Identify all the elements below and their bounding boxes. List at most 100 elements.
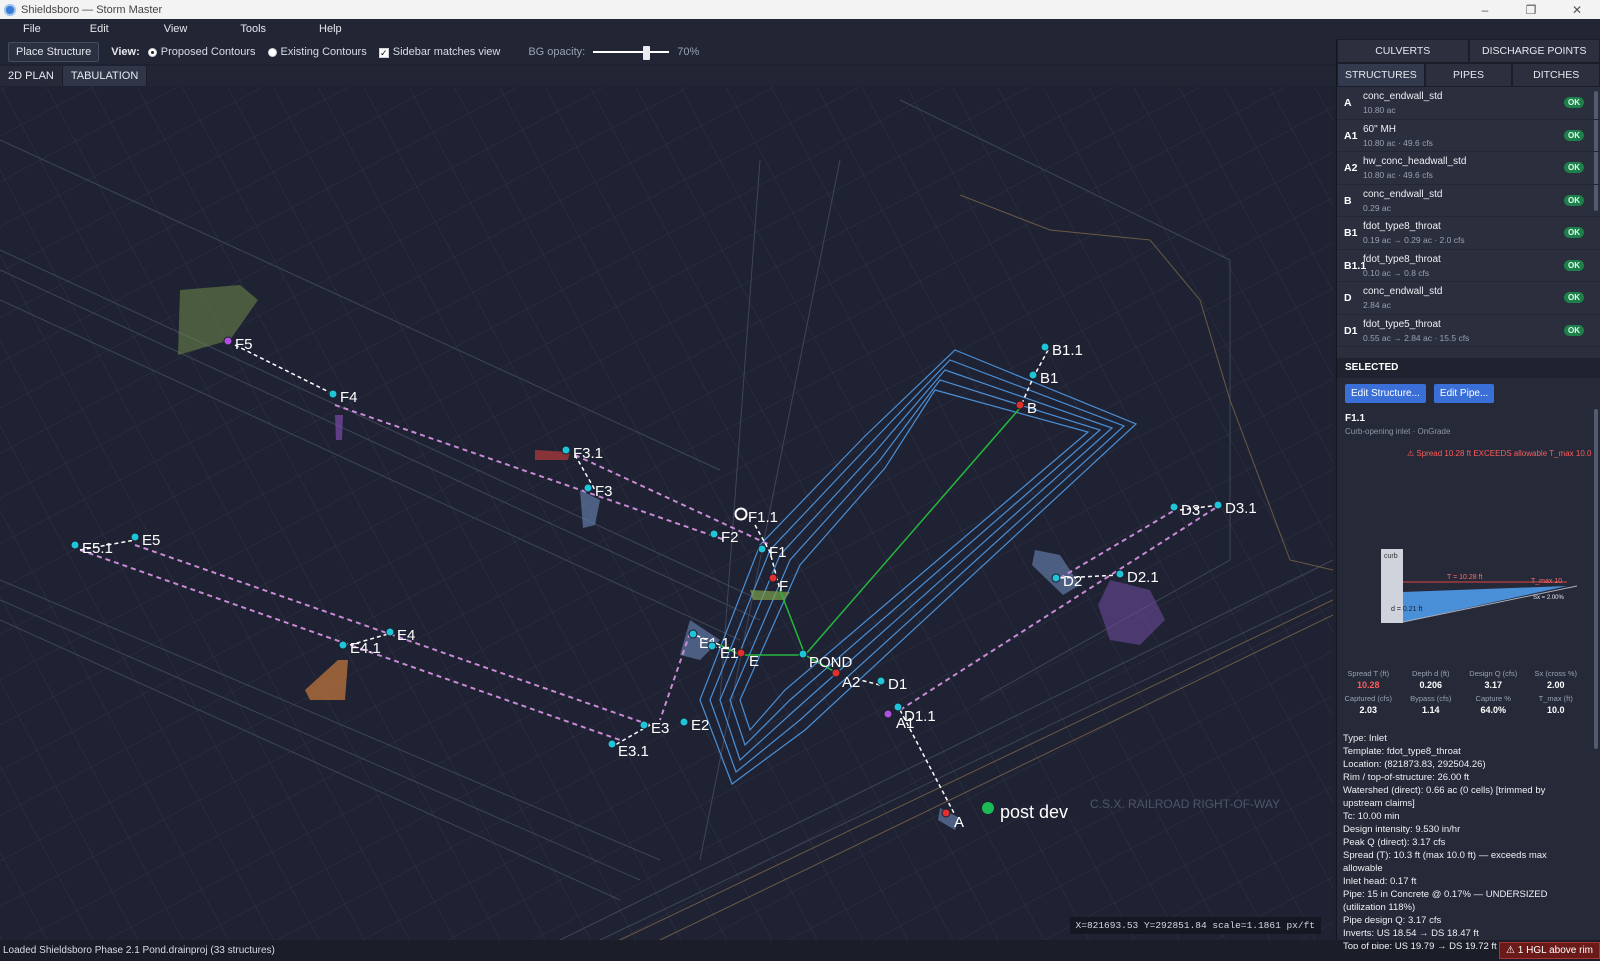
structure-node-marker[interactable]: [338, 640, 348, 650]
proposed-contours-radio[interactable]: [147, 48, 157, 57]
structure-node-marker[interactable]: [1051, 573, 1061, 583]
post-dev-marker-icon[interactable]: [982, 802, 994, 814]
structure-node-marker[interactable]: [1028, 370, 1038, 380]
structure-node-label[interactable]: POND: [809, 654, 853, 671]
edit-pipe-button[interactable]: Edit Pipe...: [1433, 384, 1495, 403]
structure-node-label[interactable]: E1: [720, 645, 738, 662]
structure-node-label[interactable]: F: [779, 578, 788, 595]
structure-node-label[interactable]: B: [1027, 400, 1037, 417]
structure-node-label[interactable]: E3: [651, 720, 669, 737]
structure-node-marker[interactable]: [1115, 569, 1125, 579]
structure-node-marker[interactable]: [941, 808, 951, 818]
sidebar: CULVERTS DISCHARGE POINTS STRUCTURES PIP…: [1336, 39, 1600, 949]
structure-node-marker[interactable]: [70, 540, 80, 550]
structure-node-label[interactable]: E4.1: [350, 640, 381, 657]
structure-node-marker[interactable]: [561, 445, 571, 455]
tab-tabulation[interactable]: TABULATION: [62, 66, 148, 86]
tab-culverts[interactable]: CULVERTS: [1337, 39, 1469, 63]
tab-2d-plan[interactable]: 2D PLAN: [0, 66, 63, 86]
place-structure-button[interactable]: Place Structure: [8, 41, 100, 62]
structure-node-marker[interactable]: [679, 717, 689, 727]
tab-structures[interactable]: STRUCTURES: [1337, 63, 1425, 87]
metric-header: Sx (cross %): [1534, 669, 1577, 678]
structure-node-label[interactable]: F3.1: [573, 445, 603, 462]
structure-node-marker[interactable]: [1040, 342, 1050, 352]
close-icon[interactable]: ✕: [1554, 0, 1600, 19]
slider-thumb[interactable]: [642, 45, 650, 60]
menu-view[interactable]: View: [164, 23, 188, 35]
structure-list-item[interactable]: B1 fdot_type8_throat 0.19 ac → 0.29 ac · 2…: [1337, 217, 1600, 250]
structure-node-marker[interactable]: [223, 336, 233, 346]
existing-contours-label[interactable]: Existing Contours: [281, 46, 367, 58]
structure-node-marker[interactable]: [1213, 500, 1223, 510]
structure-list-item[interactable]: A2 hw_conc_headwall_std 10.80 ac · 49.6 cf…: [1337, 152, 1600, 185]
structure-node-marker[interactable]: [709, 529, 719, 539]
structure-node-marker[interactable]: [130, 532, 140, 542]
structure-node-label[interactable]: B1: [1040, 370, 1058, 387]
structure-node-label[interactable]: F3: [595, 483, 613, 500]
menu-help[interactable]: Help: [319, 23, 342, 35]
structure-list-item[interactable]: A1 60" MH 10.80 ac · 49.6 cfs OK: [1337, 120, 1600, 152]
structure-node-label[interactable]: A1: [896, 715, 914, 732]
structure-list-item[interactable]: Dconc_endwall_std 2.84 ac OK: [1337, 282, 1600, 315]
structure-node-label[interactable]: D3: [1181, 502, 1200, 519]
minimize-icon[interactable]: –: [1462, 0, 1508, 19]
restore-icon[interactable]: ❐: [1508, 0, 1554, 19]
structure-node-label[interactable]: D3.1: [1225, 500, 1257, 517]
structure-node-label[interactable]: A: [954, 814, 964, 831]
proposed-contours-label[interactable]: Proposed Contours: [161, 46, 256, 58]
detail-scrollbar[interactable]: [1594, 409, 1598, 749]
sidebar-matches-view-label[interactable]: Sidebar matches view: [393, 46, 501, 58]
structure-node-label[interactable]: F1.1: [748, 509, 778, 526]
tab-discharge-points[interactable]: DISCHARGE POINTS: [1468, 39, 1600, 63]
structure-node-label[interactable]: D2.1: [1127, 569, 1159, 586]
structure-list-item[interactable]: Aconc_endwall_std 10.80 ac OK: [1337, 87, 1600, 120]
structure-node-marker[interactable]: [831, 668, 841, 678]
structure-node-marker[interactable]: [798, 649, 808, 659]
structure-node-marker[interactable]: [328, 389, 338, 399]
structure-node-label[interactable]: B1.1: [1052, 342, 1083, 359]
structure-node-marker[interactable]: [607, 739, 617, 749]
structure-node-marker[interactable]: [736, 648, 746, 658]
structure-node-label[interactable]: E4: [397, 627, 415, 644]
structure-node-marker[interactable]: [768, 573, 778, 583]
menu-edit[interactable]: Edit: [90, 23, 109, 35]
structure-list-item[interactable]: Bconc_endwall_std 0.29 ac OK: [1337, 185, 1600, 217]
structure-node-marker[interactable]: [883, 709, 893, 719]
structure-node-marker[interactable]: [1169, 502, 1179, 512]
structure-node-marker[interactable]: [639, 720, 649, 730]
structure-node-marker[interactable]: [876, 676, 886, 686]
existing-contours-radio[interactable]: [267, 48, 277, 57]
structure-list[interactable]: Aconc_endwall_std 10.80 ac OK A1 60" MH 10.80…: [1337, 87, 1600, 358]
plan-drawing[interactable]: B1.1 B1B F5 F4 F3.1 F3 F1.1 F2 F1 F E5.1 E5 E4 E4.1 E1…: [0, 87, 1333, 940]
structure-node-marker[interactable]: [707, 641, 717, 651]
edit-structure-button[interactable]: Edit Structure...: [1345, 384, 1426, 403]
structure-node-label[interactable]: E5.1: [82, 540, 113, 557]
structure-node-label[interactable]: E2: [691, 717, 709, 734]
bg-opacity-slider[interactable]: [593, 45, 670, 60]
structure-node-label[interactable]: F2: [721, 529, 739, 546]
structure-node-label[interactable]: E3.1: [618, 743, 649, 760]
structure-node-label[interactable]: D1: [888, 676, 907, 693]
menu-file[interactable]: File: [23, 23, 41, 35]
tab-ditches[interactable]: DITCHES: [1512, 63, 1600, 87]
structure-node-marker[interactable]: [893, 702, 903, 712]
sidebar-matches-view-checkbox[interactable]: ✓: [378, 47, 389, 58]
structure-node-label[interactable]: F1: [769, 544, 787, 561]
tab-pipes[interactable]: PIPES: [1424, 63, 1513, 87]
structure-node-marker[interactable]: [583, 483, 593, 493]
structure-node-label[interactable]: E: [749, 653, 759, 670]
structure-node-label[interactable]: E5: [142, 532, 160, 549]
structure-list-item[interactable]: B1.1 fdot_type8_throat 0.10 ac → 0.8 cfs OK: [1337, 250, 1600, 282]
plan-canvas[interactable]: B1.1 B1 B F5 F4 F3.1 F3 F1.1 F2 F1 F E5.1 E5 E4 E4.1 E1…: [0, 87, 1333, 940]
structure-node-label[interactable]: A2: [842, 674, 860, 691]
structure-node-marker[interactable]: [385, 627, 395, 637]
structure-node-marker[interactable]: [757, 544, 767, 554]
structure-list-item[interactable]: D1 fdot_type5_throat 0.55 ac → 2.84 ac · 1…: [1337, 315, 1600, 347]
structure-node-marker[interactable]: [1015, 400, 1025, 410]
menu-tools[interactable]: Tools: [240, 23, 266, 35]
structure-node-label[interactable]: D2: [1063, 573, 1082, 590]
structure-node-marker[interactable]: [688, 629, 698, 639]
structure-node-label[interactable]: F5: [235, 336, 253, 353]
structure-node-label[interactable]: F4: [340, 389, 358, 406]
